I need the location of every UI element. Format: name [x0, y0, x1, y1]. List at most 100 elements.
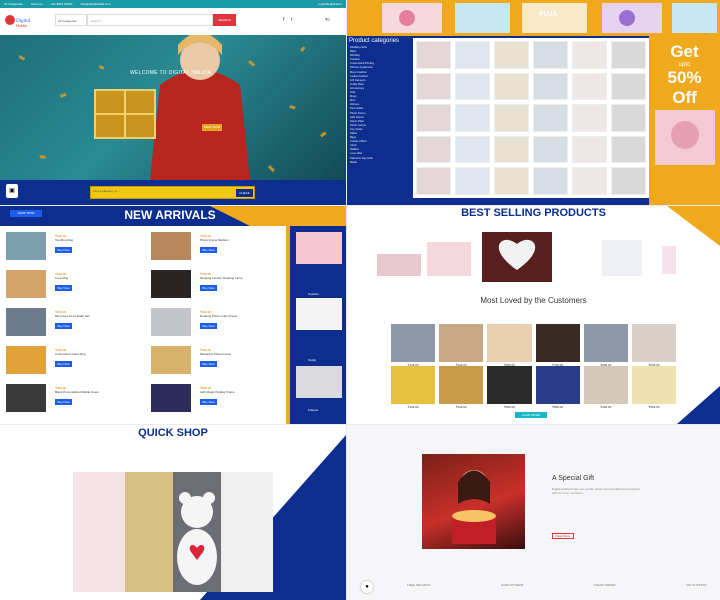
quick-shop-image[interactable]	[125, 472, 173, 592]
product-card[interactable]: ₹399.00 Black Personalized Mobile Cover Bu…	[0, 384, 135, 414]
product-thumbnail[interactable]	[572, 72, 607, 101]
product-thumbnail[interactable]	[533, 135, 568, 164]
buy-now-button[interactable]: Buy Now	[200, 399, 217, 405]
most-loved-item[interactable]: ₹599.00	[631, 366, 676, 409]
promo-banner-strip[interactable]: PUJA	[347, 0, 720, 36]
product-name[interactable]: Hanging Lantern Rotating Lamp	[200, 276, 243, 280]
product-thumbnail[interactable]	[611, 41, 646, 69]
product-card[interactable]: ₹299.00 Mini Cups Pen Holder Set Buy Now	[0, 308, 135, 338]
product-card[interactable]: ₹799.00 Hanging Lantern Rotating Lamp Buy …	[145, 270, 280, 300]
product-image[interactable]	[151, 232, 191, 260]
product-thumbnail[interactable]	[572, 167, 607, 195]
most-loved-item[interactable]: ₹399.00	[487, 324, 532, 367]
topbar-item[interactable]: About us	[31, 2, 43, 6]
quick-shop-image[interactable]	[73, 472, 125, 592]
product-name[interactable]: Tea Mug Mug	[55, 238, 73, 242]
most-loved-item[interactable]: ₹299.00	[391, 366, 436, 409]
side-promo-image[interactable]	[296, 232, 342, 264]
side-promo-image[interactable]	[296, 298, 342, 330]
product-thumbnail[interactable]	[611, 72, 646, 101]
login-link[interactable]: Login/Registration	[318, 2, 342, 6]
most-loved-item[interactable]: ₹999.00	[535, 366, 580, 409]
product-image[interactable]	[6, 232, 46, 260]
product-thumbnail[interactable]	[494, 104, 529, 132]
buy-now-button[interactable]: Buy Now	[200, 285, 217, 291]
product-card[interactable]: ₹649.00 Rotating Photo Cube Frame Buy Now	[145, 308, 280, 338]
category-select[interactable]: All Categories	[55, 14, 87, 26]
offer-banner[interactable]: Get upto 50% Off	[649, 36, 720, 205]
product-thumbnail[interactable]	[455, 104, 490, 132]
most-loved-item[interactable]: ₹299.00	[583, 324, 628, 367]
product-thumbnail[interactable]	[494, 167, 529, 195]
product-image[interactable]	[6, 270, 46, 298]
product-card[interactable]: ₹399.00 Love Mug Buy Now	[0, 270, 135, 300]
shop-now-button[interactable]: SHOP NOW	[202, 124, 222, 131]
product-thumbnail[interactable]	[416, 41, 451, 69]
chat-button[interactable]: ●	[361, 581, 373, 593]
product-image[interactable]	[151, 270, 191, 298]
product-thumbnail[interactable]	[611, 135, 646, 164]
floating-cart-button[interactable]: ▣	[6, 184, 18, 198]
buy-now-button[interactable]: Buy Now	[200, 247, 217, 253]
shop-now-button[interactable]: SHOP NOW	[10, 210, 42, 217]
product-thumbnail[interactable]	[572, 135, 607, 164]
product-name[interactable]: Love Mug	[55, 276, 68, 280]
most-loved-item[interactable]: ₹399.00	[487, 366, 532, 409]
most-loved-item[interactable]: ₹799.00	[535, 324, 580, 367]
buy-now-button[interactable]: Buy Now	[55, 323, 72, 329]
buy-now-button[interactable]: Buy Now	[55, 361, 72, 367]
product-thumbnail[interactable]	[533, 41, 568, 69]
product-name[interactable]: Mini Cups Pen Holder Set	[55, 314, 90, 318]
product-image[interactable]	[151, 308, 191, 336]
buy-now-button[interactable]: Buy Now	[200, 323, 217, 329]
buy-now-button[interactable]: Buy Now	[55, 285, 72, 291]
product-name[interactable]: Rotating Photo Cube Frame	[200, 314, 237, 318]
product-card[interactable]: ₹499.00 Photo Frame Medium Buy Now	[145, 232, 280, 262]
topbar-item[interactable]: All Categories	[4, 2, 23, 6]
most-loved-item[interactable]: ₹499.00	[583, 366, 628, 409]
product-image[interactable]	[6, 384, 46, 412]
product-thumbnail[interactable]	[533, 104, 568, 132]
product-thumbnail[interactable]	[533, 167, 568, 195]
product-name[interactable]: Photo Frame Medium	[200, 238, 229, 242]
product-image[interactable]	[6, 346, 46, 374]
quick-shop-image[interactable]	[221, 472, 273, 592]
product-name[interactable]: Mustache Photo Frame	[200, 352, 231, 356]
product-name[interactable]: Customized Color Mug	[55, 352, 86, 356]
buy-now-button[interactable]: Buy Now	[200, 361, 217, 367]
best-selling-slider[interactable]	[377, 232, 687, 288]
buy-now-button[interactable]: Buy Now	[55, 399, 72, 405]
most-loved-item[interactable]: ₹649.00	[631, 324, 676, 367]
product-thumbnail[interactable]	[455, 72, 490, 101]
product-thumbnail[interactable]	[416, 72, 451, 101]
check-button[interactable]: CHECK	[236, 189, 253, 197]
site-logo[interactable]: Digital Haldia	[4, 10, 38, 32]
product-thumbnail[interactable]	[494, 41, 529, 69]
product-thumbnail[interactable]	[494, 135, 529, 164]
read-more-button[interactable]: Read More	[552, 533, 574, 539]
product-thumbnail[interactable]	[572, 104, 607, 132]
side-promo-image[interactable]	[296, 366, 342, 398]
product-thumbnail[interactable]	[533, 72, 568, 101]
product-thumbnail[interactable]	[455, 167, 490, 195]
product-card[interactable]: ₹299.00 Customized Color Mug Buy Now	[0, 346, 135, 376]
search-input[interactable]: Search ...	[87, 14, 213, 26]
search-button[interactable]: SEARCH	[213, 14, 236, 26]
most-loved-item[interactable]: ₹349.00	[439, 324, 484, 367]
most-loved-item[interactable]: ₹349.00	[439, 366, 484, 409]
load-more-button[interactable]: LOAD MORE	[515, 412, 547, 418]
product-card[interactable]: ₹349.00 Mustache Photo Frame Buy Now	[145, 346, 280, 376]
product-thumbnail[interactable]	[416, 167, 451, 195]
quick-shop-image[interactable]	[173, 472, 221, 592]
product-thumbnail[interactable]	[455, 41, 490, 69]
product-image[interactable]	[6, 308, 46, 336]
product-thumbnail[interactable]	[611, 104, 646, 132]
most-loved-item[interactable]: ₹449.00	[391, 324, 436, 367]
product-name[interactable]: Black Personalized Mobile Cover	[55, 390, 99, 394]
product-thumbnail[interactable]	[611, 167, 646, 195]
buy-now-button[interactable]: Buy Now	[55, 247, 72, 253]
product-image[interactable]	[151, 384, 191, 412]
product-thumbnail[interactable]	[494, 72, 529, 101]
product-thumbnail[interactable]	[572, 41, 607, 69]
product-thumbnail[interactable]	[416, 135, 451, 164]
